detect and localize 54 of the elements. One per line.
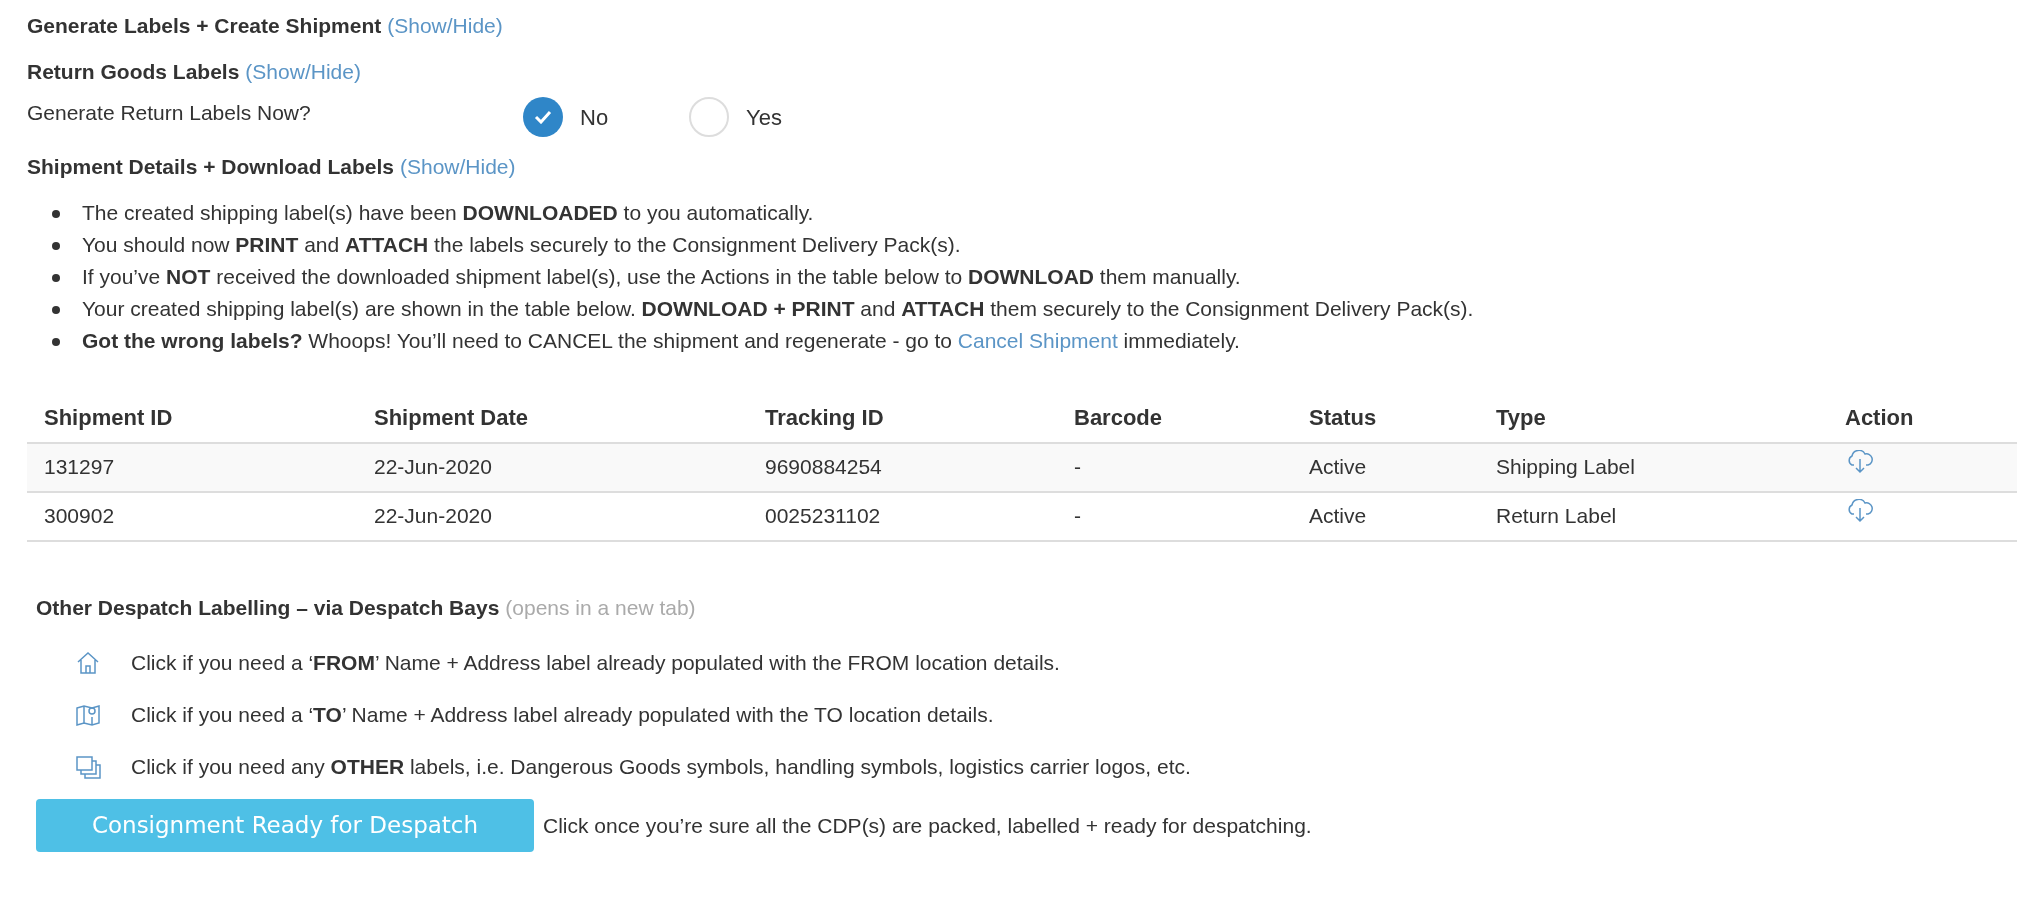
stacked-squares-icon [75,754,101,780]
column-header: Status [1309,404,1377,430]
label-option-text[interactable]: Click if you need a ‘FROM’ Name + Address label already populated with the FROM location details. [131,647,1060,679]
instruction-text: You should now PRINT and ATTACH the labels securely to the Consignment Delivery Pack(s). [82,231,961,258]
note-text: (opens in a new tab) [505,594,696,621]
radio-label: No [580,103,609,132]
table-cell: Active [1309,504,1367,528]
table-cell: - [1074,504,1081,528]
bullet-icon [52,273,60,282]
column-header: Shipment Date [374,404,529,430]
map-pin-icon [75,702,101,728]
table-cell: Shipping Label [1496,455,1635,479]
column-header: Type [1496,404,1546,430]
column-header: Tracking ID [765,404,884,430]
table-cell: 22-Jun-2020 [374,455,492,479]
radio-button[interactable] [523,97,563,137]
label-option-text[interactable]: Click if you need any OTHER labels, i.e. Dangerous Goods symbols, handling symbols, logistics carrier logos, etc. [131,751,1191,783]
instruction-text: Got the wrong labels? Whoops! You’ll need to CANCEL the shipment and regenerate - go to Cancel Shipment immediately. [82,327,1240,354]
table-cell: 22-Jun-2020 [374,504,492,528]
show-hide-link[interactable]: (Show/Hide) [400,151,516,183]
table-cell: 131297 [44,455,115,479]
bullet-icon [52,241,60,250]
show-hide-link[interactable]: (Show/Hide) [245,55,361,87]
section-title: Shipment Details + Download Labels [27,154,394,180]
table-cell: - [1074,455,1081,479]
section-title: Generate Labels + Create Shipment [27,13,382,39]
cancel-shipment-link[interactable]: Cancel Shipment [957,328,1118,352]
bullet-icon [52,209,60,218]
instruction-text: If you’ve NOT received the downloaded shipment label(s), use the Actions in the table below to DOWNLOAD them manually. [82,263,1241,290]
table-cell: 9690884254 [765,455,882,479]
column-header: Barcode [1074,404,1163,430]
section-title: Other Despatch Labelling – via Despatch Bays [36,594,500,621]
bullet-icon [52,337,60,346]
instruction-text: The created shipping label(s) have been DOWNLOADED to you automatically. [82,199,814,226]
show-hide-link[interactable]: (Show/Hide) [387,10,503,42]
despatch-button[interactable]: Consignment Ready for Despatch [36,799,534,852]
label-option-text[interactable]: Click if you need a ‘TO’ Name + Address label already populated with the TO location details. [131,699,994,731]
cloud-download-icon[interactable] [1845,450,1875,474]
radio-button[interactable] [689,97,729,137]
house-icon [75,650,101,676]
table-cell: Active [1309,455,1367,479]
bullet-icon [52,305,60,314]
table-cell: 0025231102 [765,504,881,528]
check-icon [534,110,552,124]
table-cell: Return Label [1496,504,1617,528]
column-header: Shipment ID [44,404,173,430]
instruction-text: Your created shipping label(s) are shown in the table below. DOWNLOAD + PRINT and ATTACH them securely to the Consignment Delivery Pack(s). [82,295,1474,322]
hint-text: Click once you’re sure all the CDP(s) are packed, labelled + ready for despatching. [543,812,1312,839]
column-header: Action [1845,404,1914,430]
cloud-download-icon[interactable] [1845,499,1875,523]
section-title: Return Goods Labels [27,58,240,85]
table-cell: 300902 [44,504,115,528]
question-label: Generate Return Labels Now? [27,100,312,126]
radio-label: Yes [746,103,782,132]
